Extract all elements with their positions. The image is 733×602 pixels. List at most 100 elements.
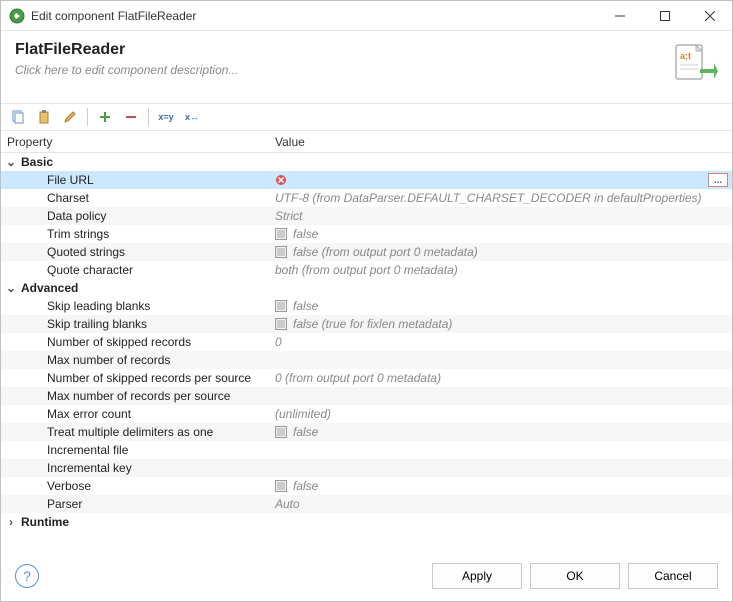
property-row[interactable]: Data policyStrict (1, 207, 732, 225)
property-name: Skip trailing blanks (1, 317, 269, 331)
property-name: Max number of records (1, 353, 269, 367)
property-name: Skip leading blanks (1, 299, 269, 313)
property-value[interactable]: UTF-8 (from DataParser.DEFAULT_CHARSET_D… (269, 191, 732, 205)
property-name: Charset (1, 191, 269, 205)
group-label: Basic (21, 155, 53, 169)
property-tree[interactable]: ⌄BasicFile URL...CharsetUTF-8 (from Data… (1, 153, 732, 551)
property-name: Max number of records per source (1, 389, 269, 403)
property-row[interactable]: Incremental file (1, 441, 732, 459)
property-name: Quoted strings (1, 245, 269, 259)
property-row[interactable]: Max error count (unlimited) (1, 405, 732, 423)
footer: ? Apply OK Cancel (1, 551, 732, 601)
property-value[interactable]: false (true for fixlen metadata) (269, 317, 732, 331)
property-row[interactable]: Trim strings false (1, 225, 732, 243)
value-text: false (true for fixlen metadata) (293, 317, 452, 331)
grid-header: Property Value (1, 131, 732, 153)
paste-icon[interactable] (33, 106, 55, 128)
property-value[interactable]: Auto (269, 497, 732, 511)
property-value[interactable]: false (from output port 0 metadata) (269, 245, 732, 259)
property-name: Number of skipped records (1, 335, 269, 349)
value-text: 0 (275, 335, 282, 349)
value-text: false (293, 227, 318, 241)
browse-button[interactable]: ... (708, 173, 728, 187)
component-name: FlatFileReader (15, 41, 670, 59)
property-value[interactable]: (unlimited) (269, 407, 732, 421)
checkbox-icon[interactable] (275, 228, 287, 240)
value-text: 0 (from output port 0 metadata) (275, 371, 441, 385)
copy-icon[interactable] (7, 106, 29, 128)
group-label: Advanced (21, 281, 78, 295)
column-value: Value (269, 135, 732, 149)
checkbox-icon[interactable] (275, 246, 287, 258)
swap-icon[interactable]: x↔ (181, 106, 203, 128)
property-row[interactable]: Charset UTF-8 (from DataParser.DEFAULT_CH… (1, 189, 732, 207)
property-row[interactable]: Skip leading blanks false (1, 297, 732, 315)
property-name: Max error count (1, 407, 269, 421)
value-text: false (from output port 0 metadata) (293, 245, 478, 259)
property-row[interactable]: Incremental key (1, 459, 732, 477)
minimize-button[interactable] (597, 1, 642, 30)
property-name: Trim strings (1, 227, 269, 241)
value-text: UTF-8 (from DataParser.DEFAULT_CHARSET_D… (275, 191, 702, 205)
property-row[interactable]: Quoted strings false (from output port 0 … (1, 243, 732, 261)
header: FlatFileReader Click here to edit compon… (1, 31, 732, 103)
apply-button[interactable]: Apply (432, 563, 522, 589)
property-row[interactable]: Verbose false (1, 477, 732, 495)
value-text: Strict (275, 209, 302, 223)
property-value[interactable]: ... (269, 174, 732, 186)
checkbox-icon[interactable] (275, 318, 287, 330)
property-value[interactable]: both (from output port 0 metadata) (269, 263, 732, 277)
toolbar: x=y x↔ (1, 103, 732, 131)
value-text: (unlimited) (275, 407, 331, 421)
property-row[interactable]: File URL... (1, 171, 732, 189)
edit-icon[interactable] (59, 106, 81, 128)
help-button[interactable]: ? (15, 564, 39, 588)
property-name: Verbose (1, 479, 269, 493)
property-row[interactable]: Quote characterboth (from output port 0 … (1, 261, 732, 279)
add-icon[interactable] (94, 106, 116, 128)
column-property: Property (1, 135, 269, 149)
property-value[interactable]: 0 (from output port 0 metadata) (269, 371, 732, 385)
checkbox-icon[interactable] (275, 480, 287, 492)
property-row[interactable]: Number of skipped records per source 0 (f… (1, 369, 732, 387)
chevron-right-icon: › (1, 515, 21, 529)
group-row[interactable]: ›Runtime (1, 513, 732, 531)
value-text: Auto (275, 497, 300, 511)
property-value[interactable]: Strict (269, 209, 732, 223)
app-icon (9, 8, 25, 24)
group-row[interactable]: ⌄Basic (1, 153, 732, 171)
group-row[interactable]: ⌄Advanced (1, 279, 732, 297)
value-text: false (293, 479, 318, 493)
property-value[interactable]: false (269, 299, 732, 313)
property-row[interactable]: Skip trailing blanks false (true for fixl… (1, 315, 732, 333)
group-label: Runtime (21, 515, 69, 529)
property-name: Treat multiple delimiters as one (1, 425, 269, 439)
separator (87, 108, 88, 126)
property-row[interactable]: ParserAuto (1, 495, 732, 513)
svg-text:a;t: a;t (680, 51, 691, 61)
property-value[interactable]: 0 (269, 335, 732, 349)
chevron-down-icon: ⌄ (1, 281, 21, 295)
checkbox-icon[interactable] (275, 426, 287, 438)
property-value[interactable]: false (269, 479, 732, 493)
chevron-down-icon: ⌄ (1, 155, 21, 169)
property-row[interactable]: Max number of records per source (1, 387, 732, 405)
property-row[interactable]: Treat multiple delimiters as onefalse (1, 423, 732, 441)
remove-icon[interactable] (120, 106, 142, 128)
property-value[interactable]: false (269, 227, 732, 241)
flatfile-icon: a;t (670, 41, 718, 89)
property-name: Number of skipped records per source (1, 371, 269, 385)
maximize-button[interactable] (642, 1, 687, 30)
component-description[interactable]: Click here to edit component description… (15, 63, 670, 77)
xy-icon[interactable]: x=y (155, 106, 177, 128)
property-name: Quote character (1, 263, 269, 277)
error-icon (275, 174, 287, 186)
ok-button[interactable]: OK (530, 563, 620, 589)
checkbox-icon[interactable] (275, 300, 287, 312)
property-value[interactable]: false (269, 425, 732, 439)
close-button[interactable] (687, 1, 732, 30)
cancel-button[interactable]: Cancel (628, 563, 718, 589)
property-row[interactable]: Number of skipped records 0 (1, 333, 732, 351)
property-row[interactable]: Max number of records (1, 351, 732, 369)
value-text: false (293, 299, 318, 313)
